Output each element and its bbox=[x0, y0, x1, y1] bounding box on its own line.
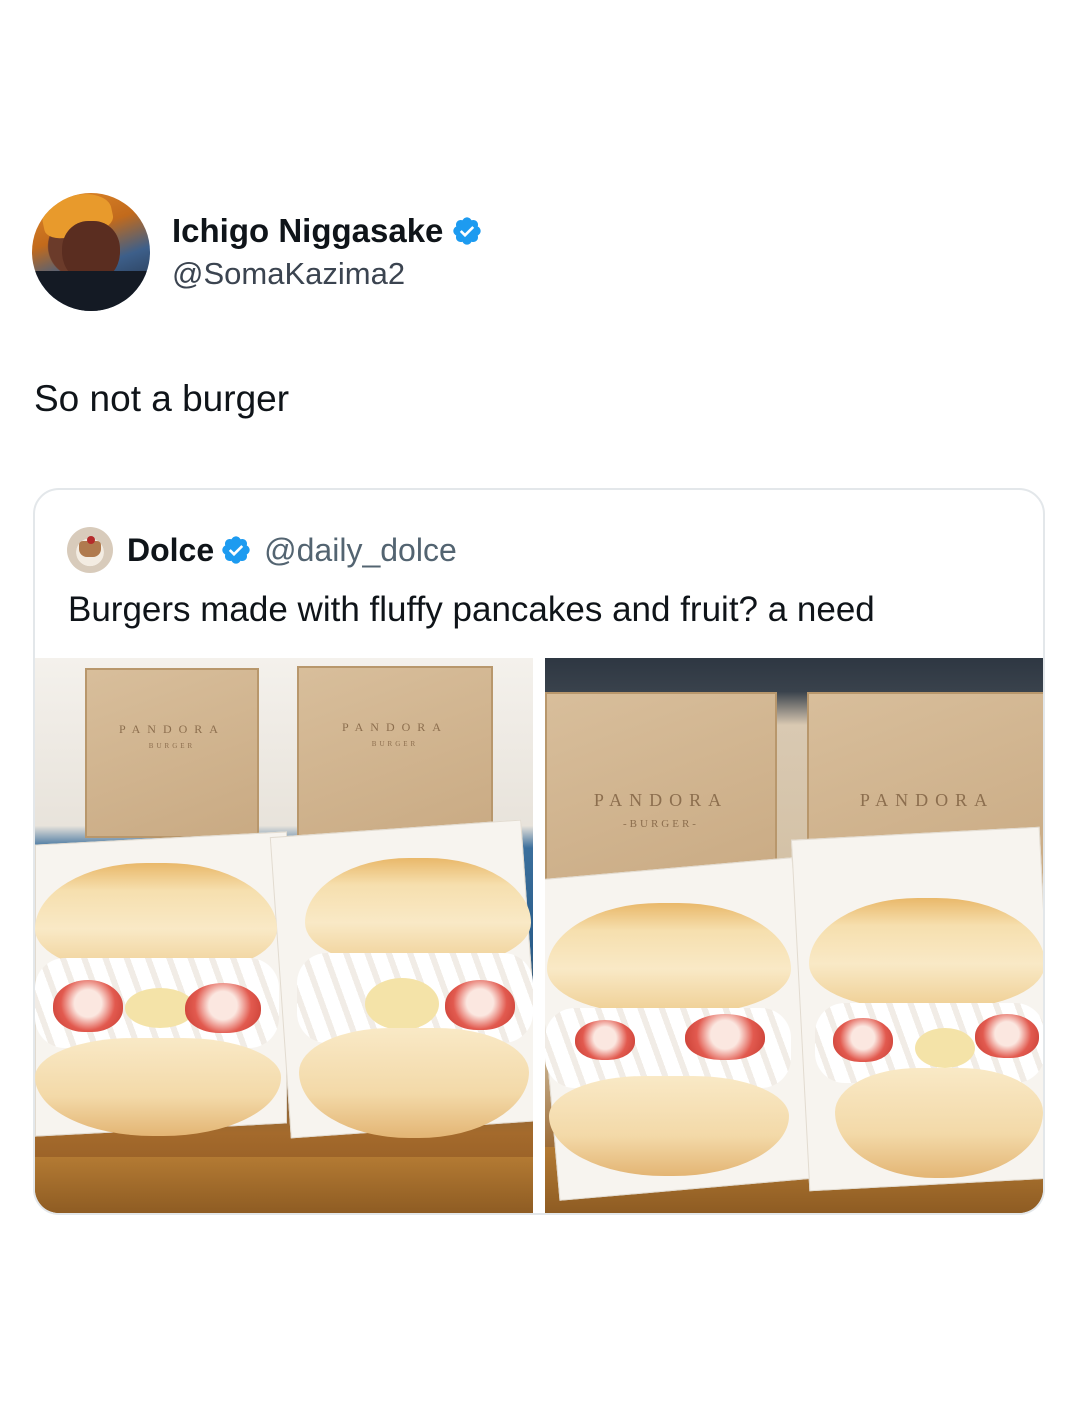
author-display-name[interactable]: Ichigo Niggasake bbox=[172, 212, 443, 250]
author-handle[interactable]: @SomaKazima2 bbox=[172, 256, 483, 292]
tweet-text: So not a burger bbox=[34, 378, 290, 419]
quoted-author-handle[interactable]: @daily_dolce bbox=[264, 532, 457, 569]
author-info: Ichigo Niggasake @SomaKazima2 bbox=[172, 212, 483, 292]
box-sub-text: BURGER bbox=[148, 742, 196, 750]
box-brand-text: PANDORA bbox=[119, 722, 225, 736]
quoted-tweet-card[interactable]: Dolce @daily_dolce Burgers made with flu… bbox=[33, 488, 1045, 1215]
pandora-box: PANDORA BURGER bbox=[297, 666, 493, 842]
quoted-author-display-name[interactable]: Dolce bbox=[127, 532, 214, 569]
box-brand-text: PANDORA bbox=[342, 720, 448, 734]
author-avatar[interactable] bbox=[32, 193, 150, 311]
pandora-box: PANDORA BURGER bbox=[85, 668, 259, 838]
quoted-tweet-header: Dolce @daily_dolce bbox=[67, 527, 457, 573]
tweet-header: Ichigo Niggasake @SomaKazima2 bbox=[32, 193, 483, 311]
verified-badge-icon bbox=[222, 536, 250, 564]
photo-divider bbox=[533, 658, 545, 1213]
box-sub-text: BURGER bbox=[371, 740, 419, 748]
box-sub-text: -BURGER- bbox=[623, 818, 699, 830]
quoted-tweet-text: Burgers made with fluffy pancakes and fr… bbox=[68, 590, 875, 629]
box-brand-text: PANDORA bbox=[593, 790, 729, 810]
quoted-author-avatar[interactable] bbox=[67, 527, 113, 573]
quoted-photo-2[interactable]: PANDORA -BURGER- PANDORA bbox=[545, 658, 1043, 1213]
box-brand-text: PANDORA bbox=[859, 790, 995, 810]
verified-badge-icon bbox=[453, 217, 482, 245]
quoted-photo-1[interactable]: PANDORA BURGER PANDORA BURGER bbox=[35, 658, 533, 1213]
